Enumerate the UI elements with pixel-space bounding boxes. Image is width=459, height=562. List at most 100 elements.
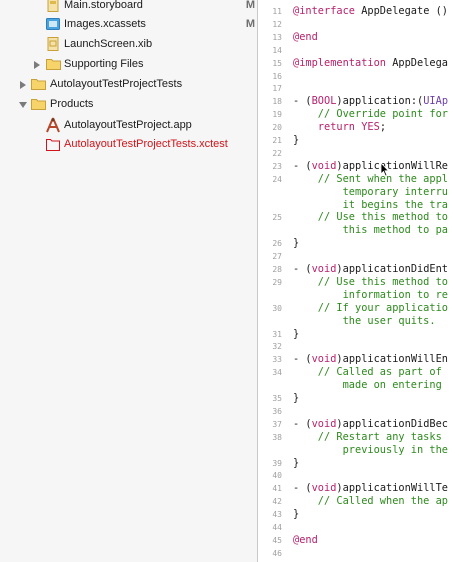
- line-number: 22: [272, 148, 282, 158]
- code-line: }: [293, 392, 299, 404]
- code-line: made on entering: [293, 379, 442, 391]
- code-line: // If your applicatio: [293, 302, 448, 314]
- line-number: 21: [272, 136, 282, 145]
- mouse-pointer-icon: [380, 162, 390, 182]
- file-item-xctest-product[interactable]: AutolayoutTestProjectTests.xctest: [0, 135, 257, 155]
- code-line: the user quits.: [293, 315, 436, 327]
- code-line: - (BOOL)application:(UIAp: [293, 95, 448, 107]
- code-line: // Use this method to: [293, 211, 448, 223]
- code-token: // Use this method to: [293, 211, 448, 224]
- file-item-images-xcassets[interactable]: Images.xcassets M: [0, 15, 257, 35]
- modified-badge: M: [245, 18, 255, 30]
- file-item-app-product[interactable]: AutolayoutTestProject.app: [0, 116, 257, 136]
- line-number: 16: [272, 71, 282, 81]
- code-line: }: [293, 508, 299, 520]
- code-line: it begins the tra: [293, 199, 448, 211]
- code-token: }: [293, 327, 300, 340]
- line-number: 12: [272, 19, 282, 29]
- code-line: @implementation AppDelega: [293, 57, 448, 69]
- code-token: // If your applicatio: [293, 301, 448, 314]
- line-number: 23: [272, 161, 282, 171]
- group-label: Supporting Files: [64, 58, 144, 70]
- line-number: 11: [272, 7, 282, 16]
- code-token: void: [311, 263, 337, 275]
- file-label: Main.storyboard: [64, 0, 143, 11]
- code-line: // Use this method to: [293, 276, 448, 288]
- modified-badge: M: [245, 0, 255, 11]
- folder-icon: [31, 77, 46, 93]
- code-token: )applicationDidBec: [336, 417, 449, 430]
- code-token: )applicationWillTe: [336, 482, 449, 495]
- code-token: AppDelegate (): [355, 5, 448, 17]
- code-token: return: [317, 121, 356, 134]
- code-line: - (void)applicationDidEnt: [293, 263, 448, 275]
- file-label: AutolayoutTestProject.app: [64, 119, 192, 131]
- asset-catalog-icon: [46, 17, 60, 34]
- line-number: 15: [272, 58, 282, 68]
- line-number: 37: [272, 419, 282, 429]
- folder-icon: [31, 97, 46, 113]
- code-token: information to re: [293, 288, 448, 301]
- code-token: )applicationWillEn: [336, 353, 449, 366]
- code-line: // Called as part of: [293, 366, 442, 378]
- line-number: 27: [272, 252, 282, 262]
- code-token: // Sent when the appl: [293, 172, 448, 185]
- code-token: // Override point for: [293, 108, 448, 121]
- line-number: 45: [272, 535, 282, 545]
- project-navigator: Main.storyboard M Images.xcassets M Laun…: [0, 0, 257, 562]
- disclosure-triangle-icon[interactable]: [34, 61, 40, 69]
- xib-icon: [47, 37, 59, 54]
- line-number: 31: [272, 329, 282, 339]
- group-autolayouttestprojecttests[interactable]: AutolayoutTestProjectTests: [0, 75, 257, 95]
- code-token: @end: [293, 533, 318, 546]
- code-line: @end: [293, 534, 318, 546]
- code-token: temporary interru: [293, 185, 448, 198]
- app-icon: [45, 117, 61, 136]
- code-token: - (: [293, 353, 312, 366]
- code-token: )applicationWillRe: [336, 159, 449, 172]
- group-supporting-files[interactable]: Supporting Files: [0, 55, 257, 75]
- code-line: }: [293, 134, 299, 146]
- disclosure-triangle-icon[interactable]: [20, 81, 26, 89]
- code-line: - (void)applicationWillTe: [293, 482, 448, 494]
- code-line: // Called when the ap: [293, 495, 448, 507]
- line-number: 44: [272, 523, 282, 532]
- code-line: // Restart any tasks: [293, 431, 442, 443]
- code-token: // Called when the ap: [293, 495, 448, 508]
- code-token: // Restart any tasks: [293, 430, 442, 443]
- code-line: @interface AppDelegate (): [293, 5, 448, 17]
- code-token: UIAp: [423, 95, 449, 108]
- code-token: - (: [293, 417, 312, 430]
- code-token: - (: [293, 482, 312, 495]
- line-number: 20: [272, 123, 282, 133]
- line-number-gutter: 11 12 13 14 15 16 17 18 19 20 21 22 23 24 25 26 27 28 29 30…: [258, 0, 286, 562]
- disclosure-triangle-icon[interactable]: [19, 102, 27, 108]
- code-token: ;: [379, 121, 387, 134]
- code-token: // Use this method to: [293, 275, 448, 288]
- code-token: @end: [293, 30, 318, 43]
- code-token: - (: [293, 263, 312, 275]
- line-number: 32: [272, 342, 282, 352]
- file-item-main-storyboard[interactable]: Main.storyboard M: [0, 0, 257, 16]
- code-token: - (: [293, 159, 312, 172]
- line-number: 46: [272, 548, 282, 558]
- file-label: Images.xcassets: [64, 18, 146, 30]
- file-label: AutolayoutTestProjectTests.xctest: [64, 138, 228, 150]
- code-token: void: [311, 159, 337, 172]
- line-number: 34: [272, 368, 282, 378]
- file-item-launchscreen-xib[interactable]: LaunchScreen.xib: [0, 35, 257, 55]
- code-editor[interactable]: 11 12 13 14 15 16 17 18 19 20 21 22 23 24 25 26 27 28 29 30…: [258, 0, 459, 562]
- storyboard-icon: [47, 0, 59, 15]
- code-token: BOOL: [311, 95, 337, 108]
- code-line: }: [293, 457, 299, 469]
- code-token: // Called as part of: [293, 366, 442, 379]
- line-number: 29: [272, 277, 282, 287]
- code-line: }: [293, 237, 299, 249]
- line-number: 40: [272, 471, 282, 481]
- line-number: 35: [272, 394, 282, 403]
- group-products[interactable]: Products: [0, 95, 257, 115]
- code-line: // Override point for: [293, 108, 448, 120]
- line-number: 28: [272, 265, 282, 274]
- line-number: 26: [272, 239, 282, 249]
